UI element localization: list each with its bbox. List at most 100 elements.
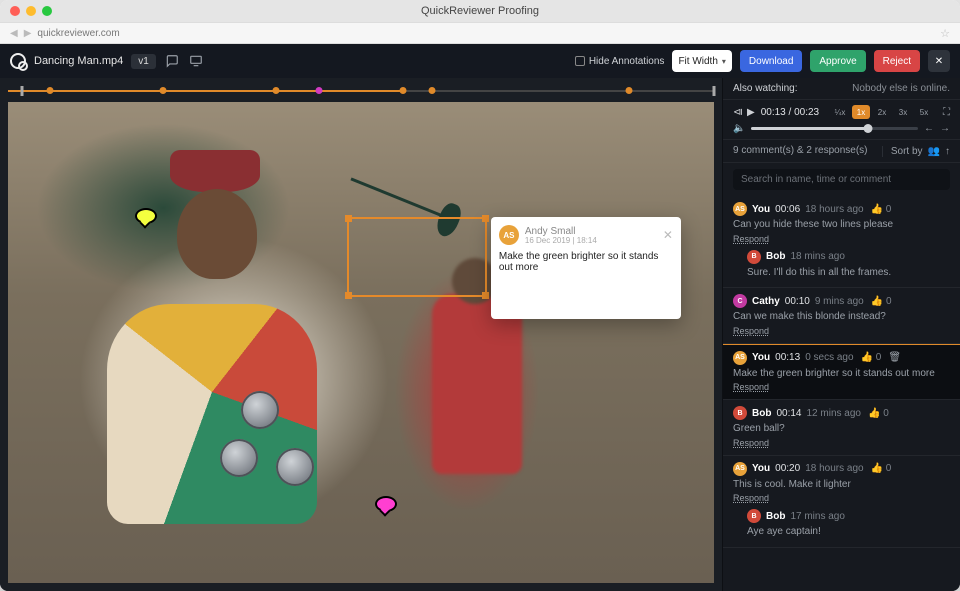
topbar: Dancing Man.mp4 v1 Hide Annotations Fit … xyxy=(0,44,960,78)
speed-option[interactable]: 1x xyxy=(852,105,870,119)
comment-timecode[interactable]: 00:06 xyxy=(775,204,800,215)
comment-author: You xyxy=(752,352,770,363)
comment-thread[interactable]: BBob00:1412 mins ago👍 0Green ball?Respon… xyxy=(723,400,960,456)
url-text[interactable]: quickreviewer.com xyxy=(37,28,119,39)
respond-link[interactable]: Respond xyxy=(733,493,769,503)
resize-handle[interactable] xyxy=(345,292,352,299)
resize-handle[interactable] xyxy=(482,215,489,222)
like-button[interactable]: 👍 0 xyxy=(868,408,889,419)
comment-timecode[interactable]: 00:14 xyxy=(776,408,801,419)
checkbox-icon[interactable] xyxy=(575,56,585,66)
search-placeholder: Search in name, time or comment xyxy=(741,174,891,185)
search-input[interactable]: Search in name, time or comment xyxy=(733,169,950,190)
comments-meta: 9 comment(s) & 2 response(s) Sort by 👥 ↑ xyxy=(723,140,960,163)
speed-option[interactable]: 5x xyxy=(915,105,933,119)
app-root: Dancing Man.mp4 v1 Hide Annotations Fit … xyxy=(0,44,960,591)
like-button[interactable]: 👍 0 xyxy=(871,463,892,474)
traffic-light-close[interactable] xyxy=(10,6,20,16)
sort-asc-icon[interactable]: ↑ xyxy=(945,146,950,157)
reply-author: Bob xyxy=(766,251,785,262)
popup-close-icon[interactable]: ✕ xyxy=(663,228,673,242)
app-logo-icon xyxy=(10,53,26,69)
resize-handle[interactable] xyxy=(482,292,489,299)
download-button[interactable]: Download xyxy=(740,50,802,72)
avatar: AS xyxy=(499,225,519,245)
skip-back-icon[interactable]: ⧏ xyxy=(733,107,743,118)
like-button[interactable]: 👍 0 xyxy=(871,204,892,215)
close-icon: ✕ xyxy=(935,56,943,67)
bookmark-star-icon[interactable]: ☆ xyxy=(940,27,950,40)
avatar: C xyxy=(733,294,747,308)
sort-control[interactable]: Sort by 👥 ↑ xyxy=(882,146,950,157)
delete-icon[interactable]: 🗑 xyxy=(888,352,901,363)
sort-users-icon[interactable]: 👥 xyxy=(928,146,940,157)
avatar: B xyxy=(733,406,747,420)
hide-annotations-toggle[interactable]: Hide Annotations xyxy=(575,56,665,67)
respond-link[interactable]: Respond xyxy=(733,382,769,392)
comment-timecode[interactable]: 00:13 xyxy=(775,352,800,363)
resize-handle[interactable] xyxy=(345,215,352,222)
comment-thread[interactable]: ASYou00:2018 hours ago👍 0This is cool. M… xyxy=(723,456,960,548)
fit-select-label: Fit Width xyxy=(678,56,717,67)
comment-thread[interactable]: ASYou00:0618 hours ago👍 0Can you hide th… xyxy=(723,196,960,288)
fullscreen-icon[interactable]: ⛶ xyxy=(943,107,950,118)
like-button[interactable]: 👍 0 xyxy=(871,296,892,307)
play-icon[interactable]: ▶ xyxy=(747,107,755,118)
timeline-marker[interactable] xyxy=(273,87,280,94)
timeline-marker[interactable] xyxy=(21,86,24,96)
traffic-light-max[interactable] xyxy=(42,6,52,16)
reply-text: Sure. I'll do this in all the frames. xyxy=(747,267,950,280)
comments-icon[interactable] xyxy=(164,53,180,69)
timeline-marker[interactable] xyxy=(626,87,633,94)
comment-timecode[interactable]: 00:10 xyxy=(785,296,810,307)
traffic-light-min[interactable] xyxy=(26,6,36,16)
timeline-marker[interactable] xyxy=(400,87,407,94)
volume-icon[interactable]: 🔈 xyxy=(733,123,745,134)
comment-age: 12 mins ago xyxy=(806,408,860,419)
fit-select[interactable]: Fit Width ▾ xyxy=(672,50,731,72)
prev-comment-icon[interactable]: ← xyxy=(924,123,934,134)
avatar: B xyxy=(747,509,761,523)
speed-option[interactable]: 2x xyxy=(873,105,891,119)
speed-option[interactable]: 3x xyxy=(894,105,912,119)
respond-link[interactable]: Respond xyxy=(733,234,769,244)
back-icon[interactable]: ◀ xyxy=(10,28,18,39)
comment-reply: BBob17 mins agoAye aye captain! xyxy=(733,509,950,539)
timeline-marker[interactable] xyxy=(47,87,54,94)
timeline-marker[interactable] xyxy=(160,87,167,94)
reject-button[interactable]: Reject xyxy=(874,50,920,72)
like-button[interactable]: 👍 0 xyxy=(861,352,882,363)
annotation-region[interactable] xyxy=(347,217,487,297)
comment-thread[interactable]: ASYou00:130 secs ago👍 0🗑Make the green b… xyxy=(723,344,960,401)
respond-link[interactable]: Respond xyxy=(733,438,769,448)
comment-timecode[interactable]: 00:20 xyxy=(775,463,800,474)
video-viewer[interactable]: AS Andy Small 16 Dec 2019 | 18:14 ✕ Make… xyxy=(8,102,714,583)
comment-thread[interactable]: CCathy00:109 mins ago👍 0Can we make this… xyxy=(723,288,960,344)
comments-sidebar: Also watching: Nobody else is online. ⧏ … xyxy=(722,78,960,591)
timeline-marker[interactable] xyxy=(428,87,435,94)
comment-reply: BBob18 mins agoSure. I'll do this in all… xyxy=(733,250,950,280)
timeline-marker[interactable] xyxy=(315,87,322,94)
version-pill[interactable]: v1 xyxy=(131,54,156,69)
screen-icon[interactable] xyxy=(188,53,204,69)
watching-label: Also watching: xyxy=(733,83,797,94)
comment-age: 9 mins ago xyxy=(815,296,864,307)
annotation-bubble-yellow[interactable] xyxy=(135,208,157,224)
sort-label: Sort by xyxy=(891,146,923,157)
comment-author: You xyxy=(752,204,770,215)
comment-text: Can we make this blonde instead? xyxy=(733,311,950,324)
popup-author: Andy Small xyxy=(525,226,597,237)
forward-icon[interactable]: ▶ xyxy=(24,28,32,39)
timeline-marker[interactable] xyxy=(713,86,716,96)
hide-annotations-label: Hide Annotations xyxy=(589,56,665,67)
video-timeline[interactable] xyxy=(8,82,714,100)
volume-slider[interactable] xyxy=(751,127,918,130)
close-panel-button[interactable]: ✕ xyxy=(928,50,950,72)
approve-button[interactable]: Approve xyxy=(810,50,865,72)
speed-option[interactable]: ¼x xyxy=(831,105,849,119)
popup-body[interactable]: Make the green brighter so it stands out… xyxy=(499,251,673,311)
respond-link[interactable]: Respond xyxy=(733,326,769,336)
next-comment-icon[interactable]: → xyxy=(940,123,950,134)
speed-selector[interactable]: ¼x1x2x3x5x xyxy=(831,105,933,119)
comments-list[interactable]: ASYou00:0618 hours ago👍 0Can you hide th… xyxy=(723,196,960,591)
